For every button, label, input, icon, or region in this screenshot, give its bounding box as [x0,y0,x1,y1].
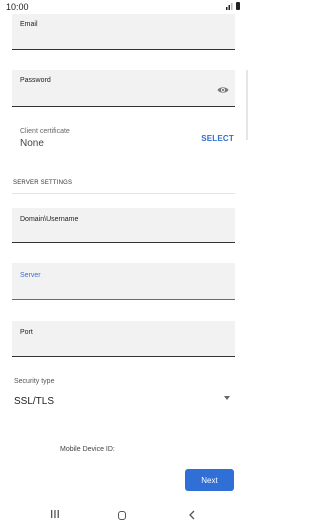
section-divider [12,193,235,194]
navigation-bar [0,500,248,531]
server-field[interactable]: Server [12,263,235,300]
back-icon[interactable] [188,510,196,520]
chevron-down-icon [224,396,230,400]
password-label: Password [20,77,51,84]
client-certificate-label: Client certificate [20,128,70,135]
scrollbar[interactable] [246,70,248,140]
server-settings-title: SERVER SETTINGS [13,180,73,186]
port-label: Port [20,329,33,336]
select-certificate-button[interactable]: SELECT [201,134,234,143]
next-button[interactable]: Next [185,469,234,491]
mobile-device-id-label: Mobile Device ID: [60,446,115,453]
battery-icon [236,2,240,10]
eye-icon[interactable] [217,86,229,94]
recent-apps-icon[interactable] [50,509,60,519]
signal-icon [226,3,233,10]
server-label: Server [20,272,41,279]
password-field[interactable]: Password [12,70,235,107]
client-certificate-value: None [20,138,44,149]
domain-username-label: Domain\Username [20,216,79,223]
security-type-value: SSL/TLS [14,396,55,407]
security-type-label: Security type [14,378,55,385]
domain-username-field[interactable]: Domain\Username [12,208,235,243]
email-label: Email [20,21,38,28]
home-icon[interactable] [118,511,126,520]
port-field[interactable]: Port [12,321,235,357]
status-time: 10:00 [6,2,29,12]
email-field[interactable]: Email [12,14,235,50]
status-icons [226,2,240,10]
status-bar: 10:00 [0,0,248,14]
